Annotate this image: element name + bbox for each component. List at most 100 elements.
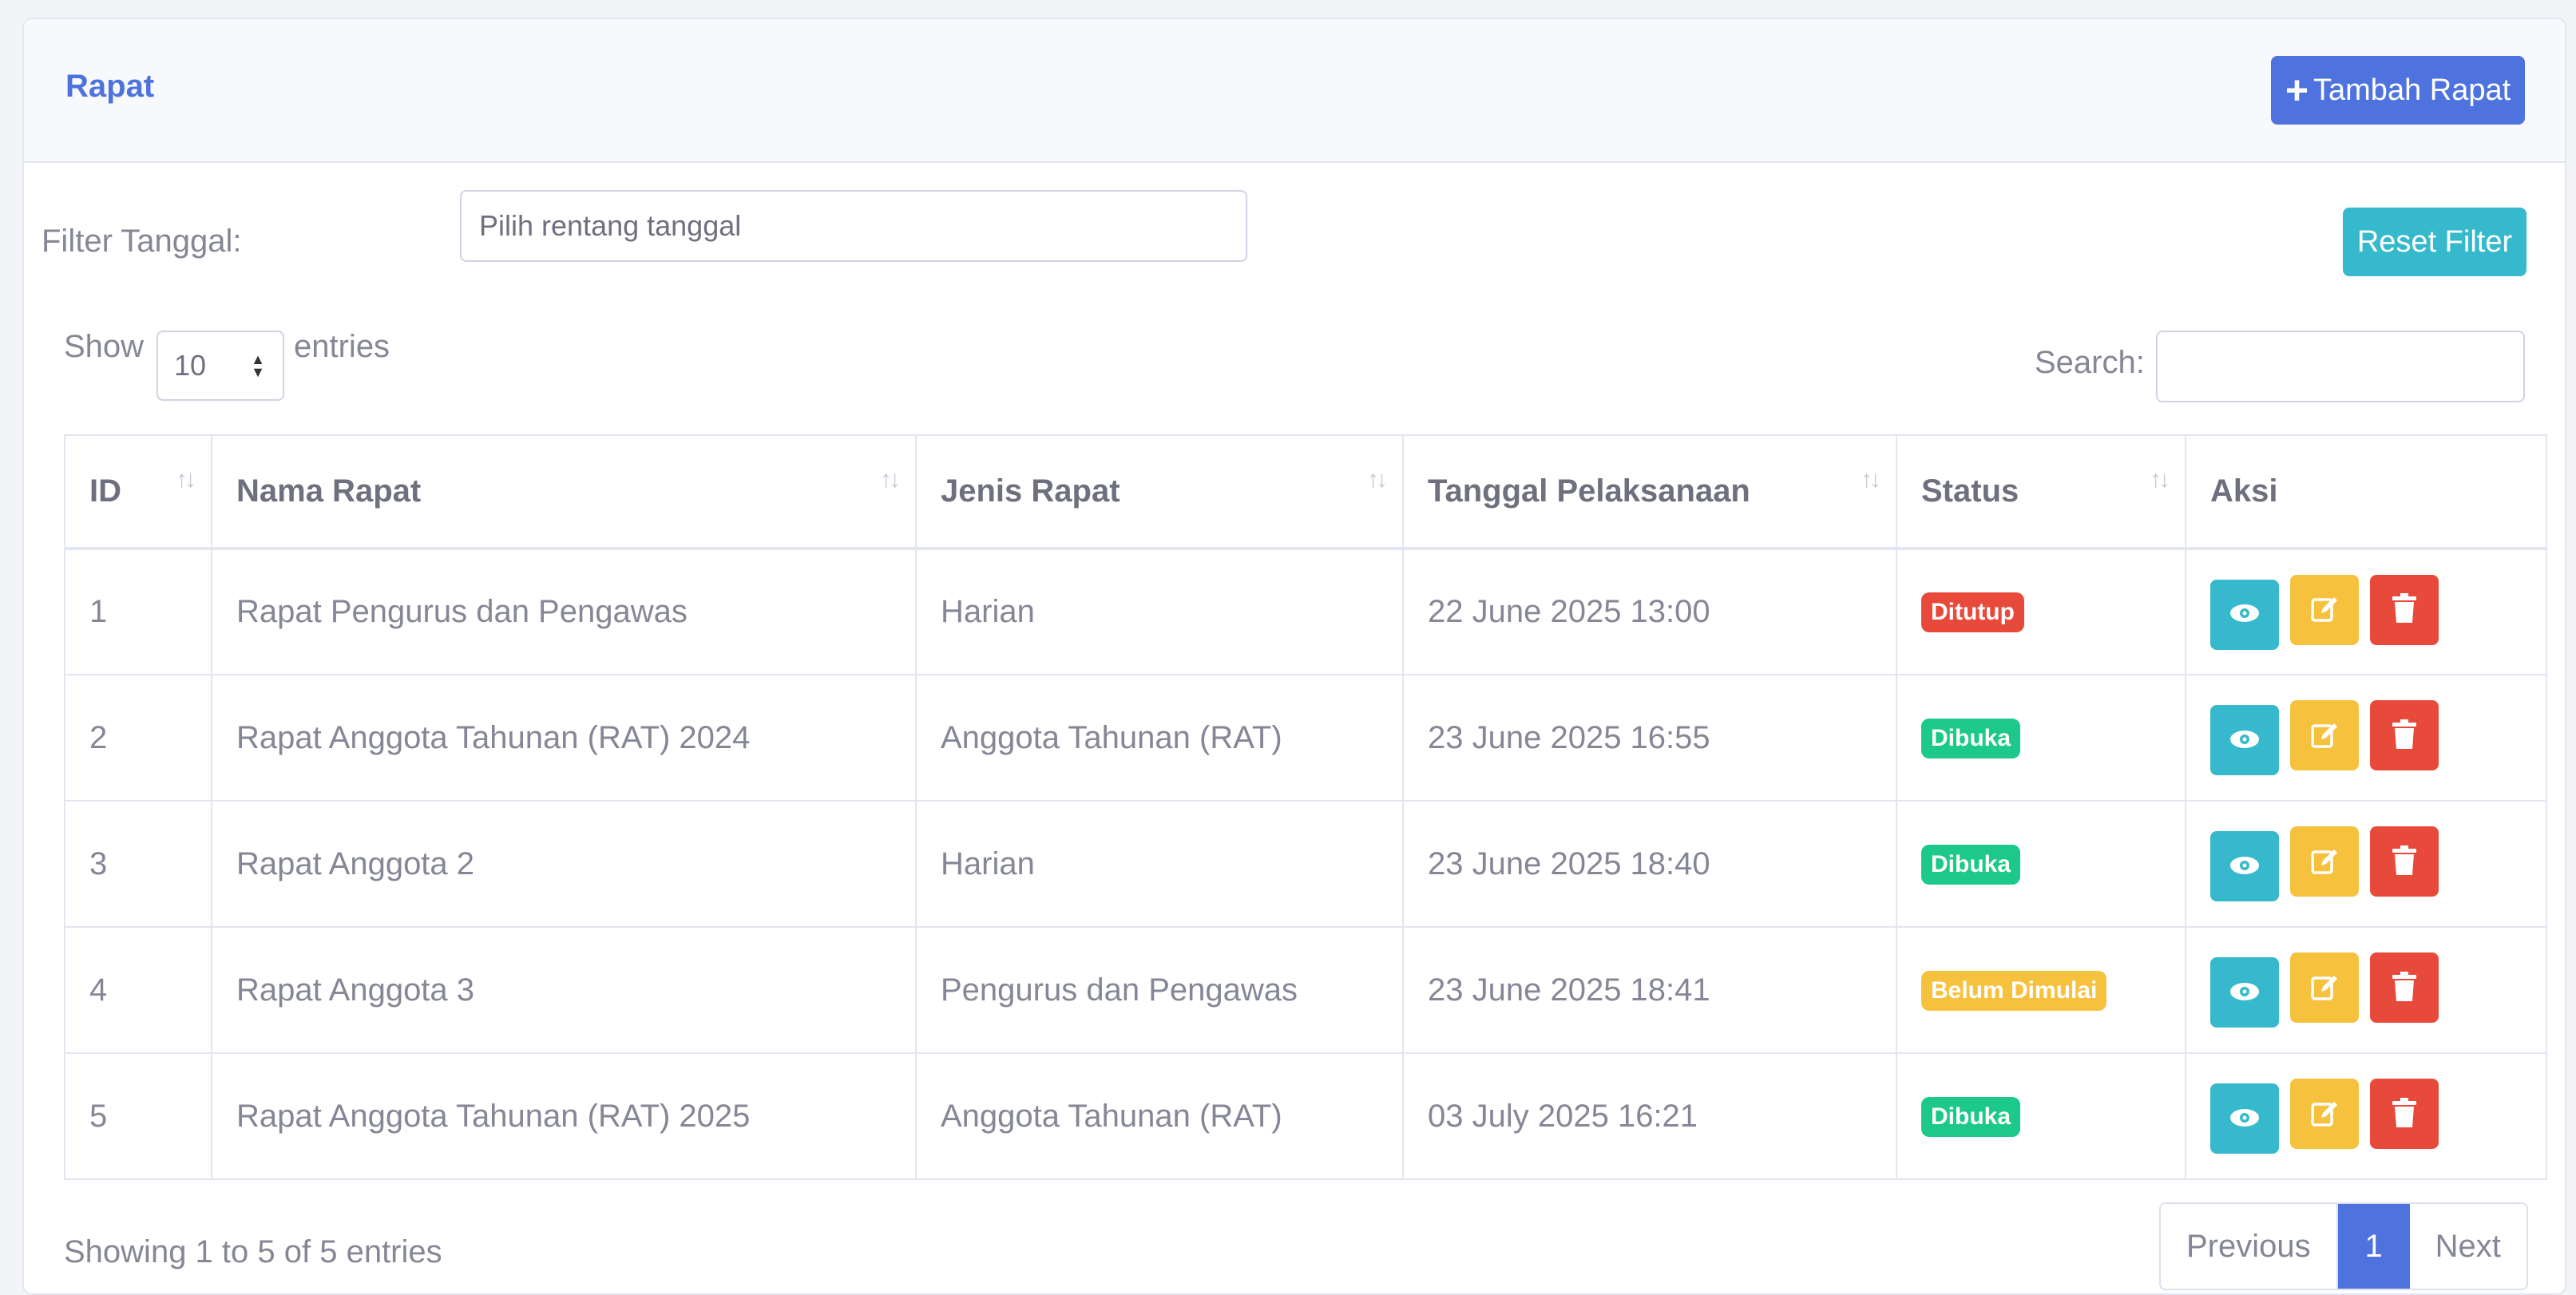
search-input[interactable] <box>2156 331 2525 402</box>
delete-button[interactable] <box>2370 700 2439 770</box>
cell-jenis: Harian <box>915 800 1404 928</box>
edit-icon <box>2308 971 2340 1005</box>
cell-id: 5 <box>64 1052 212 1180</box>
delete-button[interactable] <box>2370 574 2439 645</box>
cell-nama: Rapat Anggota 3 <box>211 926 917 1054</box>
status-badge: Ditutup <box>1921 592 2024 632</box>
trash-icon <box>2391 719 2418 753</box>
cell-status: Belum Dimulai <box>1896 926 2186 1054</box>
edit-button[interactable] <box>2290 574 2359 645</box>
cell-id: 1 <box>64 548 212 675</box>
status-badge: Dibuka <box>1921 1096 2021 1137</box>
status-badge: Dibuka <box>1921 844 2021 885</box>
trash-icon <box>2391 971 2418 1005</box>
delete-button[interactable] <box>2370 952 2439 1023</box>
page-title: Rapat <box>65 69 155 104</box>
cell-status: Dibuka <box>1896 1052 2186 1180</box>
cell-aksi <box>2185 926 2547 1054</box>
cell-jenis: Pengurus dan Pengawas <box>915 926 1404 1054</box>
column-header-status[interactable]: Status ↑↓ <box>1896 434 2186 550</box>
edit-icon <box>2308 592 2340 627</box>
delete-button[interactable] <box>2370 826 2439 897</box>
next-page-button[interactable]: Next <box>2409 1204 2526 1289</box>
cell-tanggal: 23 June 2025 18:40 <box>1402 800 1897 928</box>
trash-icon <box>2391 592 2418 627</box>
cell-aksi <box>2185 674 2547 802</box>
cell-jenis: Anggota Tahunan (RAT) <box>915 674 1404 802</box>
edit-button[interactable] <box>2290 1079 2359 1149</box>
column-header-jenis[interactable]: Jenis Rapat ↑↓ <box>915 434 1404 550</box>
cell-aksi <box>2185 800 2547 928</box>
sort-icon: ↑↓ <box>176 466 196 493</box>
cell-tanggal: 03 July 2025 16:21 <box>1402 1052 1897 1180</box>
edit-icon <box>2308 845 2340 879</box>
column-header-tanggal[interactable]: Tanggal Pelaksanaan ↑↓ <box>1402 434 1897 550</box>
cell-tanggal: 23 June 2025 18:41 <box>1402 926 1897 1054</box>
add-rapat-label: Tambah Rapat <box>2313 73 2511 107</box>
filter-date-label: Filter Tanggal: <box>42 224 242 259</box>
eye-icon <box>2229 980 2261 1005</box>
add-rapat-button[interactable]: + Tambah Rapat <box>2271 56 2525 125</box>
eye-icon <box>2229 1107 2261 1131</box>
view-button[interactable] <box>2210 579 2279 650</box>
view-button[interactable] <box>2210 957 2279 1028</box>
page-1-button[interactable]: 1 <box>2337 1204 2410 1289</box>
cell-aksi <box>2185 548 2547 675</box>
sort-icon: ↑↓ <box>2150 466 2170 493</box>
card-header: Rapat + Tambah Rapat <box>24 19 2565 163</box>
table-row: 4 Rapat Anggota 3 Pengurus dan Pengawas 23 … <box>64 926 2547 1054</box>
cell-aksi <box>2185 1052 2547 1180</box>
cell-nama: Rapat Anggota Tahunan (RAT) 2025 <box>211 1052 917 1180</box>
view-button[interactable] <box>2210 1083 2279 1154</box>
previous-page-button[interactable]: Previous <box>2161 1204 2338 1289</box>
cell-tanggal: 22 June 2025 13:00 <box>1402 548 1897 675</box>
plus-icon: + <box>2285 68 2309 113</box>
column-label: Status <box>1921 473 2019 509</box>
cell-status: Dibuka <box>1896 674 2186 802</box>
cell-tanggal: 23 June 2025 16:55 <box>1402 674 1897 802</box>
edit-button[interactable] <box>2290 952 2359 1023</box>
edit-icon <box>2308 719 2340 753</box>
table-row: 3 Rapat Anggota 2 Harian 23 June 2025 18:40… <box>64 800 2547 928</box>
column-label: ID <box>89 473 121 509</box>
status-badge: Belum Dimulai <box>1921 970 2107 1011</box>
edit-icon <box>2308 1097 2340 1131</box>
cell-id: 4 <box>64 926 212 1054</box>
column-label: Jenis Rapat <box>941 473 1120 509</box>
delete-button[interactable] <box>2370 1079 2439 1149</box>
table-row: 1 Rapat Pengurus dan Pengawas Harian 22 Jun… <box>64 548 2547 675</box>
trash-icon <box>2391 1097 2418 1131</box>
sort-icon: ↑↓ <box>880 466 901 493</box>
sort-icon: ↑↓ <box>1861 466 1881 493</box>
pagination: Previous 1 Next <box>2159 1202 2528 1290</box>
select-arrows-icon: ▲ ▼ <box>251 351 265 380</box>
eye-icon <box>2229 728 2261 753</box>
entries-length-value: 10 <box>174 349 207 382</box>
entries-length-select[interactable]: 10 ▲ ▼ <box>157 331 284 401</box>
sort-icon: ↑↓ <box>1367 466 1388 493</box>
view-button[interactable] <box>2210 831 2279 901</box>
eye-icon <box>2229 602 2261 627</box>
column-header-id[interactable]: ID ↑↓ <box>64 434 212 550</box>
search-label: Search: <box>2035 345 2145 380</box>
table-info: Showing 1 to 5 of 5 entries <box>64 1234 442 1269</box>
cell-nama: Rapat Pengurus dan Pengawas <box>211 548 917 675</box>
cell-nama: Rapat Anggota Tahunan (RAT) 2024 <box>211 674 917 802</box>
column-header-aksi: Aksi <box>2185 434 2547 550</box>
eye-icon <box>2229 854 2261 879</box>
cell-nama: Rapat Anggota 2 <box>211 800 917 928</box>
view-button[interactable] <box>2210 705 2279 775</box>
date-range-input[interactable] <box>460 190 1247 262</box>
status-badge: Dibuka <box>1921 718 2021 758</box>
show-label: Show <box>64 329 145 364</box>
cell-jenis: Harian <box>915 548 1404 675</box>
table-header-row: ID ↑↓ Nama Rapat ↑↓ Jenis Rapat ↑↓ Tangg… <box>64 434 2547 550</box>
column-header-nama[interactable]: Nama Rapat ↑↓ <box>211 434 917 550</box>
table-row: 2 Rapat Anggota Tahunan (RAT) 2024 Anggota… <box>64 674 2547 802</box>
column-label: Tanggal Pelaksanaan <box>1428 473 1750 509</box>
edit-button[interactable] <box>2290 700 2359 770</box>
reset-filter-button[interactable]: Reset Filter <box>2343 208 2526 276</box>
edit-button[interactable] <box>2290 826 2359 897</box>
cell-jenis: Anggota Tahunan (RAT) <box>915 1052 1404 1180</box>
column-label: Aksi <box>2210 473 2278 509</box>
